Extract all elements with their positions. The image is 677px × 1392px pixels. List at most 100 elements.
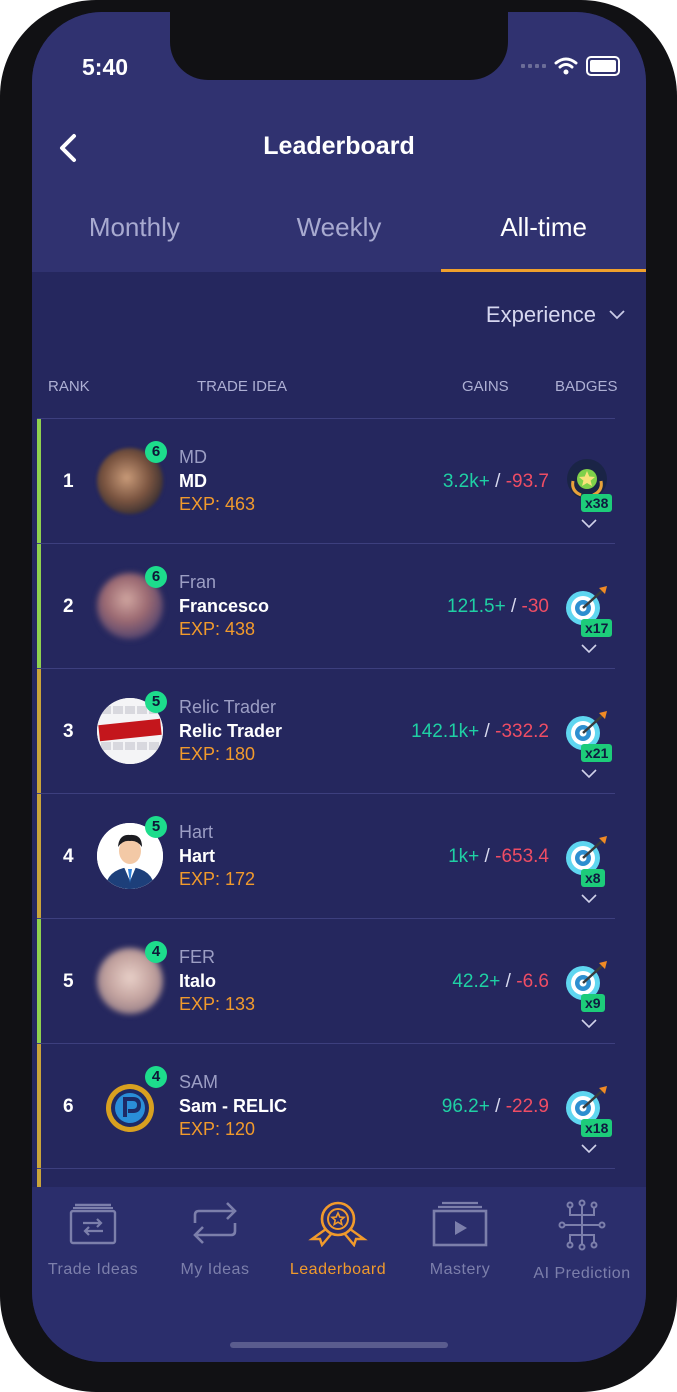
bottom-nav: Trade Ideas My Ideas Leaderboard Mastery…	[32, 1187, 646, 1362]
display-name: Relic Trader	[179, 721, 283, 741]
chevron-down-icon[interactable]	[579, 767, 599, 781]
leaderboard-row[interactable]: 5 4 FER Italo EXP: 133 42.2+ / -6.6 x9	[37, 919, 615, 1044]
gain-positive: 142.1k+	[411, 721, 480, 742]
level-badge: 5	[145, 691, 167, 713]
nav-label: Leaderboard	[289, 1261, 387, 1278]
status-icons	[521, 56, 620, 76]
period-tabs: Monthly Weekly All-time	[32, 192, 646, 272]
display-name: MD	[179, 471, 207, 491]
gain-positive: 96.2+	[441, 1096, 490, 1117]
gains-value: 1k+ / -653.4	[448, 846, 549, 867]
sort-label: Experience	[485, 302, 596, 327]
gains-value: 96.2+ / -22.9	[441, 1096, 549, 1117]
chevron-down-icon[interactable]	[579, 642, 599, 656]
username: MD	[179, 447, 207, 467]
rank-number: 2	[63, 596, 74, 617]
app-screen: Leaderboard Monthly Weekly All-time 5:40…	[32, 12, 646, 1362]
nav-trade-ideas[interactable]: Trade Ideas	[32, 1199, 154, 1279]
gains-value: 42.2+ / -6.6	[452, 971, 549, 992]
rank-bar	[37, 669, 41, 793]
badge-count: x21	[581, 744, 613, 762]
rank-number: 1	[63, 471, 74, 492]
chevron-down-icon[interactable]	[579, 892, 599, 906]
leaderboard-row[interactable]: 6 4 SAM Sam - RELIC EXP: 120 96.2+ / -22…	[37, 1044, 615, 1169]
leaderboard-list: 1 6 MD MD EXP: 463 3.2k+ / -93.7 x38 2 6…	[37, 418, 615, 1189]
nav-ai-prediction[interactable]: AI Prediction	[521, 1199, 643, 1283]
gains-value: 142.1k+ / -332.2	[411, 721, 549, 742]
badge-count: x18	[581, 1119, 613, 1137]
level-badge: 4	[145, 941, 167, 963]
gain-negative: -332.2	[495, 721, 549, 742]
username: Fran	[179, 572, 217, 592]
nav-my-ideas[interactable]: My Ideas	[154, 1199, 276, 1279]
gains-value: 3.2k+ / -93.7	[442, 471, 549, 492]
tab-all-time[interactable]: All-time	[441, 192, 646, 272]
gains-value: 121.5+ / -30	[447, 596, 549, 617]
leaderboard-row[interactable]	[37, 1169, 615, 1189]
exp-value: EXP: 438	[179, 619, 256, 639]
gain-positive: 1k+	[448, 846, 480, 867]
leaderboard-row[interactable]: 3 5 Relic Trader Relic Trader EXP: 180 1…	[37, 669, 615, 794]
gain-positive: 121.5+	[447, 596, 506, 617]
nav-label: AI Prediction	[533, 1265, 631, 1282]
exp-value: EXP: 463	[179, 494, 256, 514]
rank-bar	[37, 1044, 41, 1168]
rank-header: RANK	[48, 378, 90, 395]
sort-dropdown[interactable]: Experience	[486, 302, 626, 328]
leaderboard-row[interactable]: 4 5 Hart Hart EXP: 172 1k+ / -653.4 x8	[37, 794, 615, 919]
rank-bar	[37, 794, 41, 918]
rank-number: 5	[63, 971, 74, 992]
nav-label: Mastery	[429, 1261, 491, 1278]
leaderboard-row[interactable]: 1 6 MD MD EXP: 463 3.2k+ / -93.7 x38	[37, 418, 615, 544]
badges-header: BADGES	[555, 378, 618, 395]
gain-negative: -30	[521, 596, 549, 617]
display-name: Hart	[179, 846, 216, 866]
display-name: Sam - RELIC	[179, 1096, 288, 1116]
circuit-icon	[558, 1199, 606, 1251]
tab-weekly[interactable]: Weekly	[237, 192, 442, 272]
gain-negative: -93.7	[505, 471, 549, 492]
rank-bar	[37, 544, 41, 668]
home-indicator	[230, 1342, 448, 1348]
exp-value: EXP: 180	[179, 744, 256, 764]
username: Relic Trader	[179, 697, 277, 717]
nav-leaderboard[interactable]: Leaderboard	[277, 1199, 399, 1279]
level-badge: 6	[145, 566, 167, 588]
tab-monthly[interactable]: Monthly	[32, 192, 237, 272]
wifi-icon	[554, 57, 578, 75]
nav-label: My Ideas	[180, 1261, 250, 1278]
status-time: 5:40	[82, 54, 129, 80]
column-headers: RANK TRADE IDEA GAINS BADGES	[32, 378, 646, 398]
display-name: Italo	[179, 971, 217, 991]
rank-number: 3	[63, 721, 74, 742]
repeat-icon	[193, 1202, 237, 1244]
chevron-down-icon[interactable]	[579, 1017, 599, 1031]
rank-bar	[37, 419, 41, 543]
gain-negative: -6.6	[516, 971, 549, 992]
phone-frame: Leaderboard Monthly Weekly All-time 5:40…	[0, 0, 677, 1392]
gain-negative: -653.4	[495, 846, 549, 867]
gain-negative: -22.9	[505, 1096, 549, 1117]
chevron-down-icon[interactable]	[579, 1142, 599, 1156]
trade-idea-header: TRADE IDEA	[197, 378, 288, 395]
username: FER	[179, 947, 215, 967]
gain-positive: 42.2+	[452, 971, 501, 992]
level-badge: 4	[145, 1066, 167, 1088]
signal-icon	[521, 64, 546, 68]
rank-number: 6	[63, 1096, 74, 1117]
chevron-down-icon[interactable]	[579, 517, 599, 531]
username: SAM	[179, 1072, 219, 1092]
battery-icon	[586, 56, 620, 76]
page-title: Leaderboard	[263, 132, 415, 160]
video-icon	[432, 1201, 488, 1247]
rank-bar	[37, 919, 41, 1043]
badge-count: x8	[581, 869, 605, 887]
rank-bar	[37, 1169, 41, 1189]
medal-icon	[308, 1201, 368, 1247]
badge-count: x9	[581, 994, 605, 1012]
level-badge: 6	[145, 441, 167, 463]
nav-mastery[interactable]: Mastery	[399, 1199, 521, 1279]
leaderboard-row[interactable]: 2 6 Fran Francesco EXP: 438 121.5+ / -30	[37, 544, 615, 669]
nav-label: Trade Ideas	[47, 1261, 139, 1278]
device-notch	[170, 12, 508, 80]
